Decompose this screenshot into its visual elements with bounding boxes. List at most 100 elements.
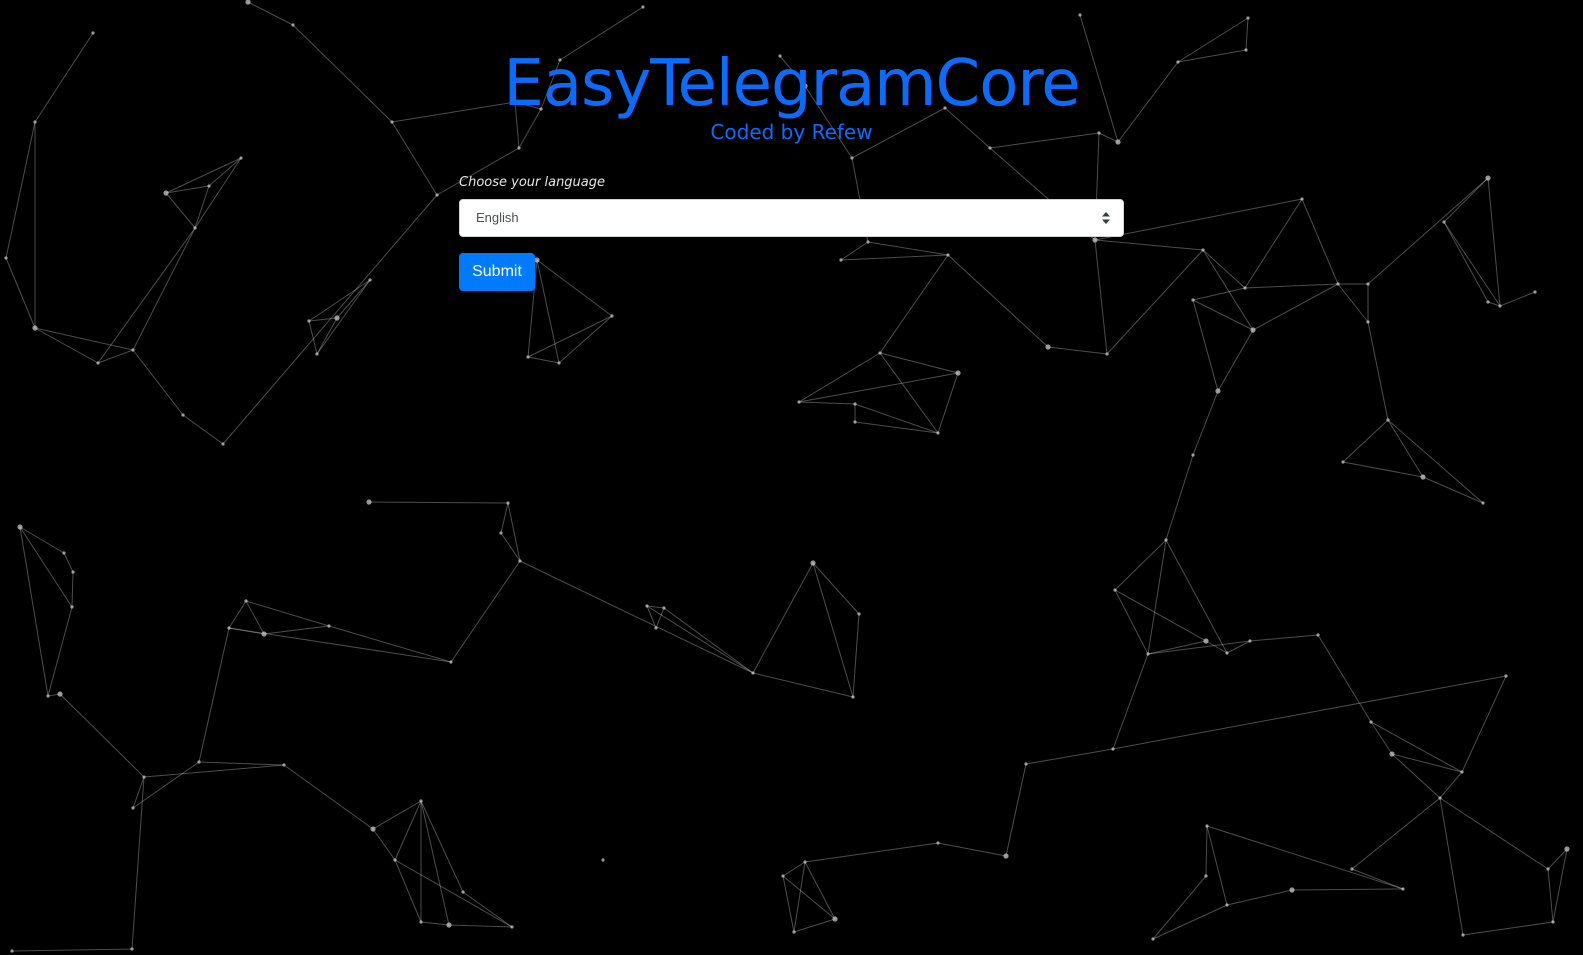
network-node <box>4 256 8 260</box>
network-line <box>1387 419 1424 478</box>
network-node <box>131 806 135 810</box>
network-line <box>5 121 36 259</box>
network-line <box>1106 249 1204 355</box>
network-line <box>1291 888 1404 891</box>
network-node <box>1366 320 1370 324</box>
network-node <box>46 694 50 698</box>
network-line <box>879 352 939 434</box>
network-line <box>34 32 94 123</box>
network-node <box>797 400 801 404</box>
network-node <box>803 860 807 864</box>
network-line <box>1217 329 1254 392</box>
network-line <box>1206 825 1404 890</box>
network-line <box>1226 889 1293 906</box>
network-node <box>792 930 796 934</box>
network-node <box>461 890 465 894</box>
network-node <box>853 402 857 406</box>
network-node <box>1420 474 1426 480</box>
network-node <box>370 826 376 832</box>
network-line <box>519 560 754 674</box>
network-line <box>1192 287 1246 301</box>
network-line <box>1487 177 1501 307</box>
network-node <box>1350 867 1354 871</box>
network-node <box>878 351 882 355</box>
network-line <box>372 828 396 861</box>
network-line <box>804 861 836 920</box>
network-line <box>1205 825 1208 877</box>
network-line <box>1005 763 1027 857</box>
network-line <box>804 842 939 863</box>
network-line <box>937 842 1007 857</box>
network-line <box>132 349 184 416</box>
network-line <box>97 227 196 364</box>
select-arrows-icon <box>1102 212 1110 224</box>
network-line <box>793 861 806 933</box>
network-node <box>1244 48 1248 52</box>
network-node <box>244 599 248 603</box>
network-node <box>245 0 251 5</box>
network-node <box>1176 60 1180 64</box>
network-node <box>419 799 423 803</box>
network-line <box>1422 476 1484 504</box>
network-line <box>1245 17 1249 51</box>
network-line <box>394 859 513 928</box>
network-node <box>1243 286 1247 290</box>
network-line <box>782 861 806 877</box>
network-line <box>245 600 330 627</box>
network-node <box>390 120 394 124</box>
network-node <box>419 920 423 924</box>
network-node <box>130 947 134 951</box>
network-line <box>1244 198 1303 289</box>
network-line <box>1367 177 1489 285</box>
network-line <box>63 552 74 573</box>
network-line <box>222 194 438 445</box>
network-line <box>263 625 330 635</box>
network-line <box>448 924 513 928</box>
network-node <box>1369 720 1373 724</box>
network-node <box>163 190 169 196</box>
network-node <box>91 31 95 35</box>
network-node <box>557 361 561 365</box>
network-node <box>853 420 857 424</box>
network-line <box>1114 539 1167 591</box>
network-line <box>947 254 1049 348</box>
network-line <box>1461 675 1507 773</box>
language-select[interactable]: English <box>459 199 1124 237</box>
network-line <box>391 121 438 196</box>
network-node <box>1336 282 1340 286</box>
network-line <box>798 401 856 405</box>
network-node <box>142 775 146 779</box>
network-node <box>1401 887 1405 891</box>
network-line <box>782 875 795 933</box>
network-node <box>32 325 38 331</box>
network-line <box>19 526 65 554</box>
network-node <box>33 120 37 124</box>
submit-button[interactable]: Submit <box>459 253 535 291</box>
network-line <box>1165 454 1194 541</box>
network-line <box>1439 771 1463 799</box>
network-line <box>131 776 145 950</box>
network-line <box>527 315 613 358</box>
network-line <box>368 501 509 504</box>
network-line <box>1370 721 1463 773</box>
network-node <box>1341 460 1345 464</box>
network-node <box>62 551 66 555</box>
network-node <box>662 606 666 610</box>
network-line <box>1094 239 1204 251</box>
network-node <box>946 253 950 257</box>
network-line <box>1387 419 1484 504</box>
network-line <box>182 414 224 445</box>
network-line <box>840 254 949 261</box>
network-line <box>937 372 959 434</box>
network-node <box>181 413 185 417</box>
network-line <box>879 352 959 374</box>
network-line <box>1117 61 1179 143</box>
network-node <box>1113 588 1117 592</box>
network-node <box>193 226 197 230</box>
network-node <box>57 691 63 697</box>
network-node <box>1203 638 1209 644</box>
network-node <box>499 531 503 535</box>
network-node <box>641 5 645 9</box>
network-node <box>1438 796 1442 800</box>
network-node <box>1316 633 1320 637</box>
